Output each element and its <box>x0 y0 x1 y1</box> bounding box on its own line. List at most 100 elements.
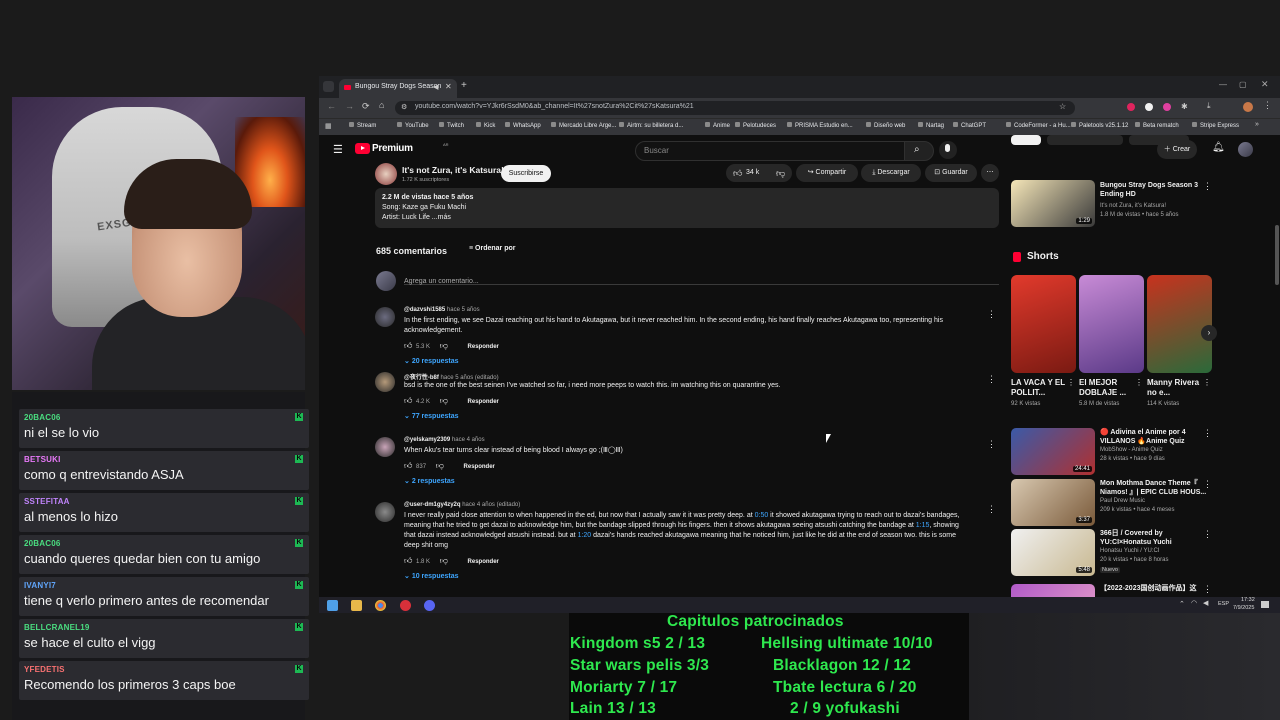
more-actions-button[interactable]: ⋯ <box>981 164 999 182</box>
related-video-channel[interactable]: It's not Zura, it's Katsura! <box>1100 203 1166 209</box>
new-tab-icon[interactable]: + <box>461 80 467 91</box>
bookmark-item[interactable]: Kick <box>476 122 495 129</box>
bookmark-item[interactable]: Nartag <box>918 122 944 129</box>
window-maximize-icon[interactable]: ▢ <box>1239 80 1247 89</box>
bookmark-item[interactable]: YouTube <box>397 122 429 129</box>
bookmark-item[interactable]: WhatsApp <box>505 122 541 129</box>
search-button[interactable]: ⌕ <box>904 141 934 161</box>
comment-replies-toggle[interactable]: ⌄ 2 respuestas <box>404 477 455 485</box>
short-menu-icon[interactable]: ⋮ <box>1203 378 1211 387</box>
comment-avatar[interactable] <box>375 437 395 457</box>
comment-like-icon[interactable]: 👍︎ <box>404 556 412 565</box>
hamburger-menu-icon[interactable]: ☰ <box>333 143 343 156</box>
related-video-thumbnail[interactable] <box>1011 584 1095 597</box>
language-indicator[interactable]: ESP <box>1218 601 1229 607</box>
window-close-icon[interactable]: ✕ <box>1261 79 1269 90</box>
comment-like-icon[interactable]: 👍︎ <box>404 341 412 350</box>
sort-comments-button[interactable]: ≡ Ordenar por <box>469 245 515 252</box>
short-title[interactable]: El MEJOR DOBLAJE ... <box>1079 378 1134 398</box>
notifications-bell-icon[interactable]: 🔔︎ <box>1212 142 1225 153</box>
tab-audio-icon[interactable]: ◀ <box>433 83 438 91</box>
forward-icon[interactable]: → <box>345 101 354 111</box>
bookmark-item[interactable]: Diseño web <box>866 122 905 129</box>
comment-replies-toggle[interactable]: ⌄ 10 respuestas <box>404 572 459 580</box>
chat-username[interactable]: SSTEFITAA <box>24 497 70 506</box>
chat-username[interactable]: 20BAC06 <box>24 413 61 422</box>
voice-search-button[interactable] <box>939 141 957 159</box>
related-video-thumbnail[interactable]: 24:41 <box>1011 428 1095 475</box>
extension-icon-2[interactable] <box>1145 103 1153 111</box>
comment-menu-icon[interactable]: ⋮ <box>987 374 996 385</box>
bookmark-item[interactable]: Paletools v25.1.12 <box>1071 122 1128 129</box>
bookmark-item[interactable]: Mercado Libre Arge... <box>551 122 616 129</box>
bookmark-item[interactable]: Pelotudeces <box>735 122 776 129</box>
extension-icon-3[interactable] <box>1163 103 1171 111</box>
clock-time[interactable]: 17:32 <box>1241 597 1255 603</box>
add-comment-input[interactable]: Agrega un comentario... <box>404 270 999 285</box>
chat-username[interactable]: IVANYI7 <box>24 581 56 590</box>
comment-replies-toggle[interactable]: ⌄ 77 respuestas <box>404 412 459 420</box>
related-video-title[interactable]: 🔴 Adivina el Anime por 4 VILLANOS 🔥Anime… <box>1100 428 1208 446</box>
comment-author[interactable]: @夜行性-b8f hace 5 años (editado) <box>404 372 499 381</box>
bookmarks-overflow-icon[interactable]: » <box>1255 121 1259 128</box>
video-menu-icon[interactable]: ⋮ <box>1203 529 1212 540</box>
scrollbar[interactable] <box>1275 225 1279 285</box>
tab-active[interactable]: Bungou Stray Dogs Season ◀ ✕ <box>339 79 457 98</box>
timestamp-link[interactable]: 1:20 <box>578 532 592 539</box>
extension-icon-1[interactable] <box>1127 103 1135 111</box>
related-video-title[interactable]: 【2022-2023国创动画作品】这 <box>1100 584 1208 593</box>
comment-avatar[interactable] <box>375 372 395 392</box>
file-explorer-icon[interactable] <box>351 600 362 611</box>
comment-author[interactable]: @yelskamy2309 hace 4 años <box>404 437 485 443</box>
comment-dislike-icon[interactable]: 👎︎ <box>436 461 444 470</box>
related-video-title[interactable]: Mon Mothma Dance Theme『 Niamos! 』| EPIC … <box>1100 479 1208 497</box>
comment-reply-button[interactable]: Responder <box>468 399 499 405</box>
url-input[interactable]: ⚙ youtube.com/watch?v=YJkr6rSsdM0&ab_cha… <box>395 101 1075 115</box>
video-menu-icon[interactable]: ⋮ <box>1203 479 1212 490</box>
comment-avatar[interactable] <box>375 502 395 522</box>
comment-like-icon[interactable]: 👍︎ <box>404 461 412 470</box>
clock-date[interactable]: 7/9/2025 <box>1233 605 1254 611</box>
window-minimize-icon[interactable]: — <box>1219 80 1227 89</box>
comment-menu-icon[interactable]: ⋮ <box>987 504 996 515</box>
bookmark-item[interactable]: Stream <box>349 122 376 129</box>
comment-reply-button[interactable]: Responder <box>468 559 499 565</box>
windows-start-icon[interactable] <box>327 600 338 611</box>
chat-username[interactable]: BETSUKI <box>24 455 61 464</box>
shorts-next-icon[interactable]: › <box>1201 325 1217 341</box>
chrome-taskbar-icon[interactable] <box>375 600 386 611</box>
comment-avatar[interactable] <box>375 307 395 327</box>
apps-grid-icon[interactable]: ▦ <box>325 122 332 130</box>
like-button[interactable]: 👍︎ 34 k 👎︎ <box>726 164 792 182</box>
chat-username[interactable]: 20BAC06 <box>24 539 61 548</box>
filter-chip[interactable] <box>1011 135 1041 145</box>
bookmark-item[interactable]: Airtm: su billetera d... <box>619 122 683 129</box>
bookmark-item[interactable]: CodeFormer - a Hu... <box>1006 122 1071 129</box>
short-thumbnail[interactable] <box>1079 275 1144 373</box>
short-thumbnail[interactable] <box>1147 275 1212 373</box>
comment-reply-button[interactable]: Responder <box>464 464 495 470</box>
comment-dislike-icon[interactable]: 👎︎ <box>440 341 448 350</box>
tab-search-icon[interactable] <box>323 81 334 92</box>
timestamp-link[interactable]: 0:50 <box>755 512 769 519</box>
share-button[interactable]: ↪ Compartir <box>796 164 858 182</box>
tray-expand-icon[interactable]: ⌃ <box>1179 600 1185 608</box>
downloads-icon[interactable]: ⤓ <box>1207 101 1211 111</box>
bookmark-item[interactable]: Anime <box>705 122 730 129</box>
reload-icon[interactable]: ⟳ <box>362 101 370 112</box>
app-taskbar-icon[interactable] <box>400 600 411 611</box>
related-video-channel[interactable]: Paul Drew Music <box>1100 498 1145 504</box>
extensions-puzzle-icon[interactable]: ✱ <box>1181 102 1188 111</box>
channel-name[interactable]: It's not Zura, it's Katsura! <box>402 165 504 175</box>
related-video-channel[interactable]: MobShow - Anime Quiz <box>1100 447 1163 453</box>
back-icon[interactable]: ← <box>327 101 336 111</box>
comment-reply-button[interactable]: Responder <box>468 344 499 350</box>
wifi-icon[interactable]: ◠ <box>1191 599 1197 607</box>
timestamp-link[interactable]: 1:15 <box>916 522 930 529</box>
volume-icon[interactable]: ◀ <box>1203 599 1208 607</box>
related-video-thumbnail[interactable]: 3:37 <box>1011 479 1095 526</box>
comment-author[interactable]: @dazvshi1585 hace 5 años <box>404 307 480 313</box>
related-video-title[interactable]: 366日 / Covered by YU:CI×Honatsu Yuchi <box>1100 529 1208 547</box>
bookmark-star-icon[interactable]: ☆ <box>1059 102 1066 111</box>
filter-chip[interactable] <box>1047 135 1123 145</box>
